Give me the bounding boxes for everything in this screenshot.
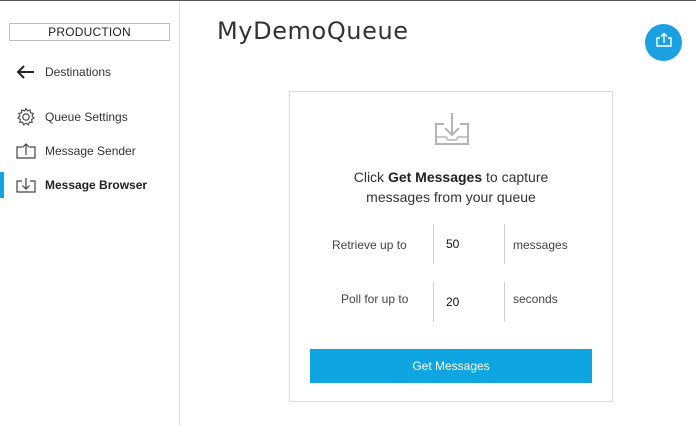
inbox-download-icon <box>433 111 471 147</box>
instruction-text: Click Get Messages to capture messages f… <box>290 167 612 207</box>
sidebar-item-message-browser[interactable]: Message Browser <box>0 172 179 198</box>
back-to-destinations[interactable]: Destinations <box>0 59 179 85</box>
poll-seconds-input[interactable] <box>433 282 505 322</box>
upload-icon <box>655 32 673 53</box>
upload-button[interactable] <box>645 24 682 61</box>
instruction-prefix: Click <box>353 169 388 185</box>
sidebar-item-message-sender[interactable]: Message Sender <box>0 138 179 164</box>
poll-unit: seconds <box>513 292 558 306</box>
gear-icon <box>15 107 37 127</box>
arrow-left-icon <box>15 62 37 82</box>
retrieve-label: Retrieve up to <box>332 238 407 252</box>
back-label: Destinations <box>45 65 112 79</box>
page-title: MyDemoQueue <box>217 17 409 45</box>
instruction-line2: messages from your queue <box>366 189 536 205</box>
get-messages-button[interactable]: Get Messages <box>310 349 592 383</box>
instruction-suffix: to capture <box>482 169 549 185</box>
retrieve-count-input[interactable] <box>433 224 505 264</box>
environment-badge: PRODUCTION <box>9 23 170 41</box>
sidebar-item-label: Message Sender <box>45 144 136 158</box>
instruction-bold: Get Messages <box>387 169 483 185</box>
sidebar-item-label: Queue Settings <box>45 110 128 124</box>
sidebar: PRODUCTION Destinations Queue Settings M… <box>0 1 180 426</box>
send-tray-icon <box>15 141 37 161</box>
retrieve-unit: messages <box>513 238 568 252</box>
inbox-tray-icon <box>15 175 37 195</box>
message-browser-card: Click Get Messages to capture messages f… <box>289 91 613 402</box>
poll-label: Poll for up to <box>341 292 409 306</box>
sidebar-item-queue-settings[interactable]: Queue Settings <box>0 104 179 130</box>
sidebar-item-label: Message Browser <box>45 178 148 192</box>
